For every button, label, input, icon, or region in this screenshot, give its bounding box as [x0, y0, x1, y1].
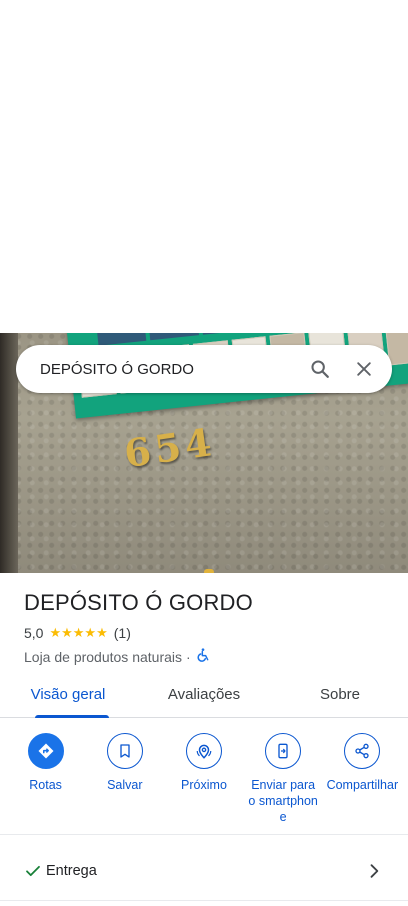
- rating-value: 5,0: [24, 625, 44, 641]
- directions-icon: [27, 733, 64, 769]
- active-tab-indicator: [35, 715, 109, 718]
- tab-reviews-label: Avaliações: [167, 686, 241, 703]
- wheelchair-icon: [195, 647, 211, 666]
- rating-stars: ★★★★★: [49, 625, 108, 640]
- share-label: Compartilhar: [326, 778, 399, 792]
- check-icon: [24, 862, 42, 880]
- send-to-phone-label: Enviar para o smartphone: [248, 778, 318, 824]
- search-icon[interactable]: [298, 347, 342, 391]
- place-tabs: Visão geral Avaliações Sobre: [0, 672, 408, 718]
- category-separator: ·: [186, 648, 191, 665]
- section-divider: [0, 834, 408, 835]
- place-title: DEPÓSITO Ó GORDO: [24, 590, 253, 615]
- place-category[interactable]: Loja de produtos naturais: [24, 649, 182, 665]
- nearby-icon: [185, 733, 222, 769]
- share-button[interactable]: Compartilhar: [325, 733, 399, 833]
- directions-button[interactable]: Rotas: [9, 733, 83, 833]
- tab-reviews[interactable]: Avaliações: [136, 672, 272, 717]
- save-button[interactable]: Salvar: [88, 733, 162, 833]
- rating-row[interactable]: 5,0 ★★★★★ (1): [24, 625, 131, 641]
- category-row: Loja de produtos naturais ·: [24, 647, 211, 666]
- send-to-phone-icon: [265, 733, 302, 769]
- tab-about-label: Sobre: [319, 686, 361, 703]
- photo-page-indicator: [204, 569, 214, 573]
- delivery-row[interactable]: Entrega: [0, 848, 408, 894]
- share-icon: [344, 733, 381, 769]
- save-label: Salvar: [107, 778, 143, 792]
- search-query[interactable]: DEPÓSITO Ó GORDO: [40, 361, 298, 378]
- nearby-label: Próximo: [181, 778, 227, 792]
- tab-overview-label: Visão geral: [30, 686, 106, 703]
- review-count[interactable]: (1): [114, 625, 131, 641]
- directions-label: Rotas: [29, 778, 62, 792]
- action-buttons: Rotas Salvar Próximo Enviar para o smart…: [0, 733, 408, 833]
- close-icon[interactable]: [342, 347, 386, 391]
- search-bar[interactable]: DEPÓSITO Ó GORDO: [16, 345, 392, 393]
- tab-about[interactable]: Sobre: [272, 672, 408, 717]
- nearby-button[interactable]: Próximo: [167, 733, 241, 833]
- delivery-label: Entrega: [46, 863, 97, 879]
- send-to-phone-button[interactable]: Enviar para o smartphone: [246, 733, 320, 833]
- chevron-right-icon[interactable]: [364, 861, 384, 881]
- bottom-divider: [0, 900, 408, 901]
- bookmark-icon: [106, 733, 143, 769]
- tab-overview[interactable]: Visão geral: [0, 672, 136, 718]
- house-number: 654: [121, 418, 219, 477]
